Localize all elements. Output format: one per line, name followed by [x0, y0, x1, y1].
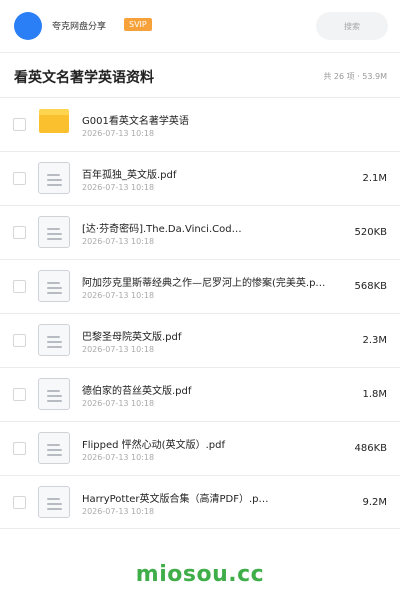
page-title: 看英文名著学英语资料 — [14, 70, 154, 86]
svip-badge: SVIP — [124, 18, 152, 31]
file-list: G001看英文名著学英语 2026-07-13 10:18 百年孤独_英文版.p… — [0, 97, 400, 529]
document-icon — [38, 216, 70, 248]
item-size: 9.2M — [362, 497, 387, 508]
item-size: 2.1M — [362, 173, 387, 184]
item-date: 2026-07-13 10:18 — [82, 129, 155, 138]
folder-icon — [39, 109, 69, 133]
select-checkbox[interactable] — [13, 334, 26, 347]
list-item[interactable]: 巴黎圣母院英文版.pdf 2026-07-13 10:18 2.3M — [0, 313, 400, 367]
item-date: 2026-07-13 10:18 — [82, 399, 155, 408]
item-name[interactable]: G001看英文名著学英语 — [82, 112, 352, 127]
item-date: 2026-07-13 10:18 — [82, 507, 155, 516]
item-size: 1.8M — [362, 389, 387, 400]
item-size: 520KB — [354, 227, 387, 238]
item-size: 2.3M — [362, 335, 387, 346]
select-checkbox[interactable] — [13, 172, 26, 185]
list-item[interactable]: G001看英文名著学英语 2026-07-13 10:18 — [0, 97, 400, 151]
item-date: 2026-07-13 10:18 — [82, 453, 155, 462]
document-icon — [38, 432, 70, 464]
avatar[interactable] — [14, 12, 42, 40]
select-checkbox[interactable] — [13, 496, 26, 509]
search-input[interactable] — [316, 12, 388, 40]
list-item[interactable]: HarryPotter英文版合集（高清PDF）.p… 2026-07-13 10… — [0, 475, 400, 529]
select-checkbox[interactable] — [13, 118, 26, 131]
item-name[interactable]: 德伯家的苔丝英文版.pdf — [82, 382, 352, 397]
select-checkbox[interactable] — [13, 442, 26, 455]
item-name[interactable]: HarryPotter英文版合集（高清PDF）.p… — [82, 490, 352, 505]
list-item[interactable]: 阿加莎克里斯蒂经典之作—尼罗河上的惨案(完美英.p… 2026-07-13 10… — [0, 259, 400, 313]
item-count: 共 26 项 — [323, 72, 355, 81]
item-date: 2026-07-13 10:18 — [82, 345, 155, 354]
item-size: 486KB — [354, 443, 387, 454]
watermark-logo: miosou.cc — [135, 562, 265, 587]
item-name[interactable]: [达·芬奇密码].The.Da.Vinci.Cod… — [82, 220, 352, 235]
item-date: 2026-07-13 10:18 — [82, 237, 155, 246]
item-name[interactable]: Flipped 怦然心动(英文版）.pdf — [82, 436, 352, 451]
top-bar: 夸克网盘分享 SVIP — [0, 0, 400, 52]
item-size: 568KB — [354, 281, 387, 292]
document-icon — [38, 486, 70, 518]
folder-header: 看英文名著学英语资料 共 26 项 · 53.9M — [0, 53, 400, 97]
item-date: 2026-07-13 10:18 — [82, 183, 155, 192]
document-icon — [38, 270, 70, 302]
document-icon — [38, 378, 70, 410]
app-name: 夸克网盘分享 — [52, 22, 107, 32]
total-size: 53.9M — [362, 72, 387, 81]
list-item[interactable]: 德伯家的苔丝英文版.pdf 2026-07-13 10:18 1.8M — [0, 367, 400, 421]
item-name[interactable]: 阿加莎克里斯蒂经典之作—尼罗河上的惨案(完美英.p… — [82, 274, 352, 289]
document-icon — [38, 162, 70, 194]
list-item[interactable]: 百年孤独_英文版.pdf 2026-07-13 10:18 2.1M — [0, 151, 400, 205]
item-name[interactable]: 巴黎圣母院英文版.pdf — [82, 328, 352, 343]
item-date: 2026-07-13 10:18 — [82, 291, 155, 300]
select-checkbox[interactable] — [13, 280, 26, 293]
summary-separator: · — [357, 72, 360, 81]
item-name[interactable]: 百年孤独_英文版.pdf — [82, 166, 352, 181]
select-checkbox[interactable] — [13, 226, 26, 239]
folder-summary: 共 26 项 · 53.9M — [323, 71, 387, 82]
list-item[interactable]: [达·芬奇密码].The.Da.Vinci.Cod… 2026-07-13 10… — [0, 205, 400, 259]
list-item[interactable]: Flipped 怦然心动(英文版）.pdf 2026-07-13 10:18 4… — [0, 421, 400, 475]
select-checkbox[interactable] — [13, 388, 26, 401]
document-icon — [38, 324, 70, 356]
